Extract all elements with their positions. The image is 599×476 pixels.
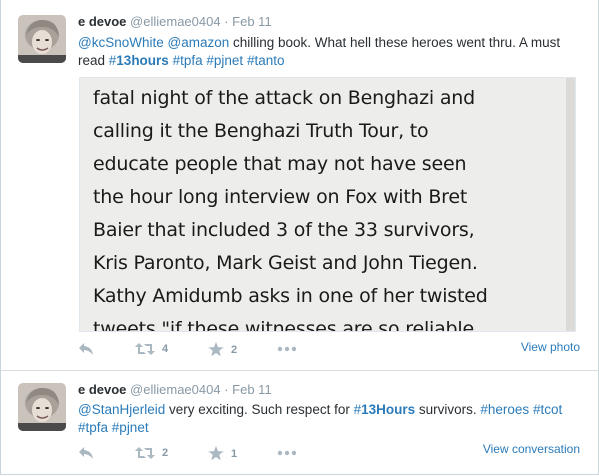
photo-text: fatal night of the attack on Benghazi an…: [93, 82, 563, 332]
hashtag-link[interactable]: #13Hours: [354, 402, 416, 417]
photo-text-line: Kris Paronto, Mark Geist and John Tiegen…: [93, 252, 478, 274]
username[interactable]: @elliemae0404: [130, 14, 221, 29]
separator: ·: [224, 14, 229, 29]
more-dots-icon: [277, 346, 297, 352]
tweet-header: e devoe @elliemae0404 · Feb 11: [78, 14, 272, 29]
more-button[interactable]: [277, 346, 297, 352]
photo-text-line: calling it the Benghazi Truth Tour, to: [93, 120, 429, 142]
photo-text-line: educate people that may not have seen: [93, 153, 467, 175]
reply-icon: [78, 342, 94, 356]
photo-edge: [566, 78, 575, 331]
favorite-star-icon: [208, 446, 224, 461]
separator: ·: [224, 382, 229, 397]
avatar[interactable]: [18, 383, 66, 431]
retweet-count: 4: [162, 343, 169, 355]
hashtag-symbol: #: [353, 402, 362, 417]
photo-text-line: Baier that included 3 of the 33 survivor…: [93, 219, 475, 241]
tweet[interactable]: e devoe @elliemae0404 · Feb 11 @StanHjer…: [1, 371, 598, 475]
photo-text-line: fatal night of the attack on Benghazi an…: [93, 87, 475, 109]
timestamp[interactable]: Feb 11: [232, 14, 272, 29]
retweet-count: 2: [162, 447, 169, 459]
tweet-text: @kcSnoWhite @amazon chilling book. What …: [78, 34, 578, 70]
retweet-icon: [135, 342, 155, 356]
more-dots-icon: [277, 450, 297, 456]
fullname[interactable]: e devoe: [78, 14, 126, 29]
photo-text-line: Kathy Amidumb asks in one of her twisted: [93, 285, 488, 307]
favorite-button[interactable]: 1: [208, 446, 237, 461]
hashtag-link[interactable]: #pjnet: [206, 53, 243, 68]
hashtag-link[interactable]: #tpfa: [173, 53, 203, 68]
timestamp[interactable]: Feb 11: [232, 382, 272, 397]
retweet-button[interactable]: 2: [135, 446, 168, 460]
more-button[interactable]: [277, 450, 297, 456]
tweet-text-plain: very exciting. Such respect for: [165, 402, 354, 417]
hashtag-text: 13Hours: [361, 402, 416, 417]
tweet-stream: e devoe @elliemae0404 · Feb 11 @kcSnoWhi…: [0, 0, 599, 475]
favorite-button[interactable]: 2: [208, 342, 237, 357]
hashtag-link[interactable]: #tpfa: [78, 420, 108, 435]
tweet-header: e devoe @elliemae0404 · Feb 11: [78, 382, 272, 397]
tweet-text: @StanHjerleid very exciting. Such respec…: [78, 401, 578, 437]
tweet[interactable]: e devoe @elliemae0404 · Feb 11 @kcSnoWhi…: [1, 0, 598, 371]
retweet-icon: [135, 446, 155, 460]
photo-text-line: tweets "if these witnesses are so reliab…: [93, 318, 474, 332]
mention-link[interactable]: @StanHjerleid: [78, 402, 165, 417]
favorite-count: 2: [231, 343, 238, 356]
view-conversation-link[interactable]: View conversation: [483, 442, 580, 456]
hashtag-link[interactable]: #tanto: [247, 53, 285, 68]
reply-icon: [78, 446, 94, 460]
hashtag-link[interactable]: #heroes: [480, 402, 529, 417]
mention-link[interactable]: @amazon: [168, 35, 230, 50]
reply-button[interactable]: [78, 342, 94, 356]
avatar[interactable]: [18, 15, 66, 63]
hashtag-link[interactable]: #13hours: [109, 53, 169, 68]
favorite-star-icon: [208, 342, 224, 357]
hashtag-link[interactable]: #pjnet: [112, 420, 149, 435]
retweet-button[interactable]: 4: [135, 342, 168, 356]
mention-link[interactable]: @kcSnoWhite: [78, 35, 164, 50]
hashtag-text: 13hours: [116, 53, 169, 68]
view-photo-link[interactable]: View photo: [521, 340, 580, 354]
photo-text-line: the hour long interview on Fox with Bret: [93, 186, 468, 208]
photo-content: fatal night of the attack on Benghazi an…: [80, 78, 568, 332]
media-photo[interactable]: fatal night of the attack on Benghazi an…: [79, 77, 576, 332]
username[interactable]: @elliemae0404: [130, 382, 221, 397]
hashtag-link[interactable]: #tcot: [533, 402, 562, 417]
fullname[interactable]: e devoe: [78, 382, 126, 397]
reply-button[interactable]: [78, 446, 94, 460]
tweet-text-plain: survivors.: [415, 402, 481, 417]
favorite-count: 1: [231, 447, 238, 460]
